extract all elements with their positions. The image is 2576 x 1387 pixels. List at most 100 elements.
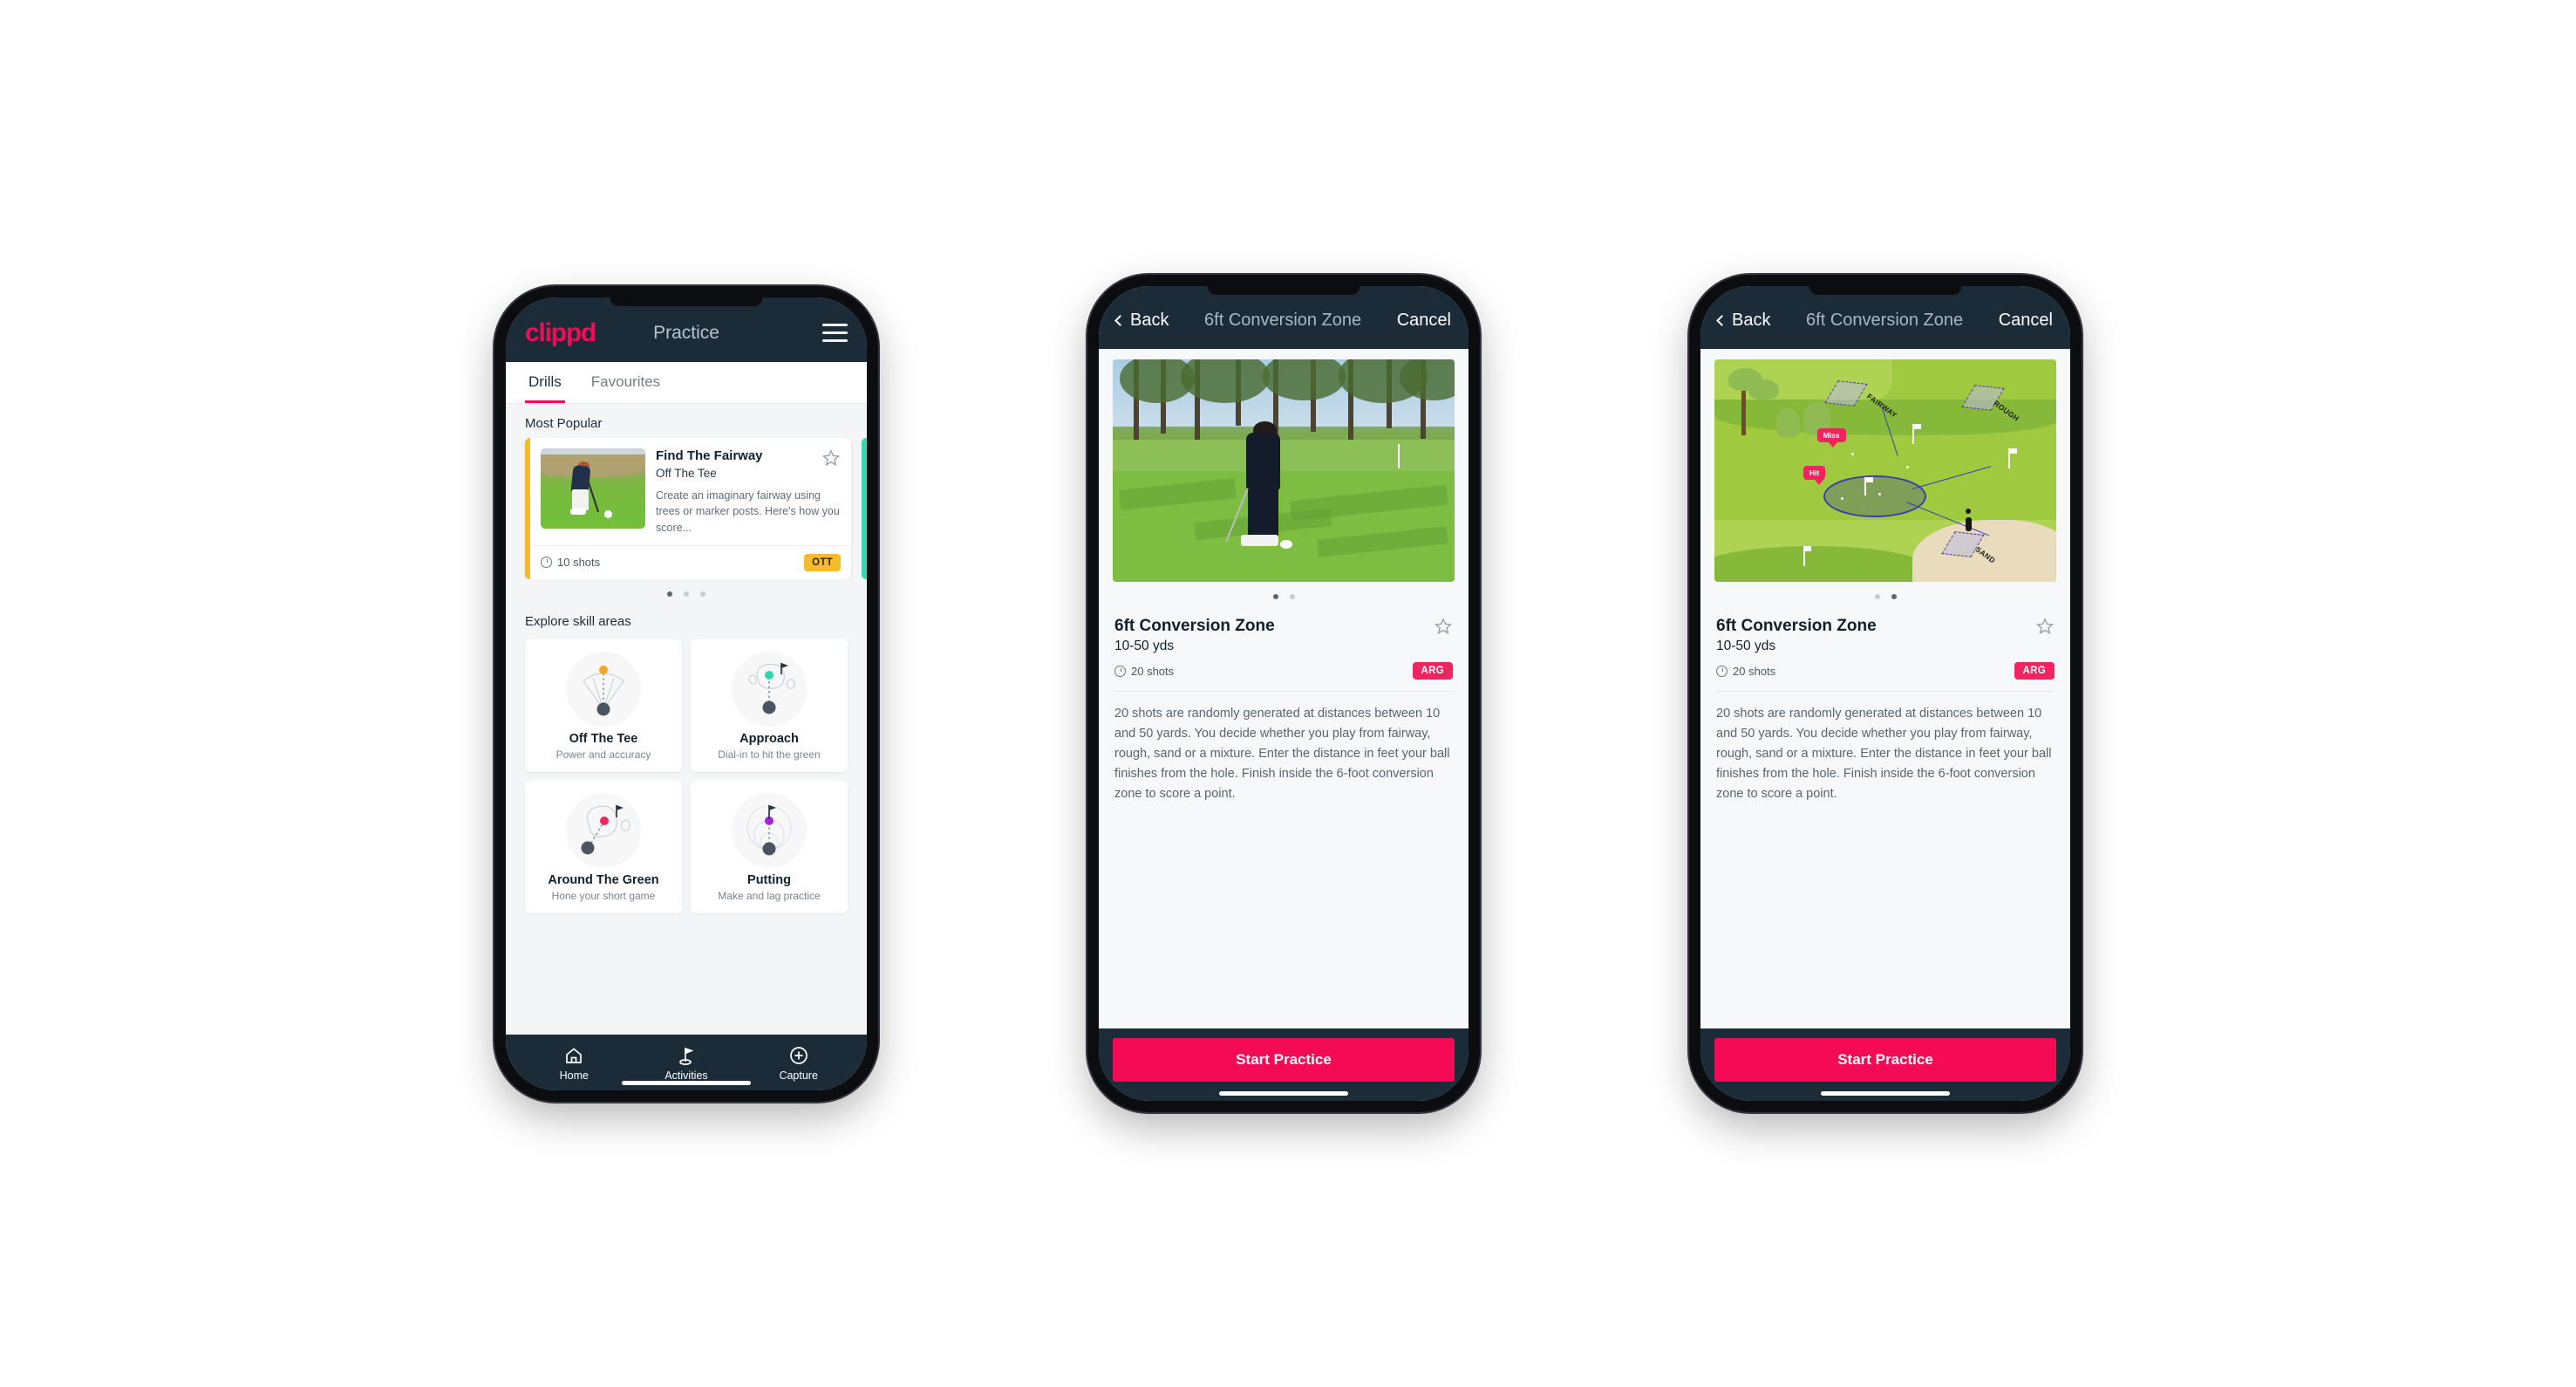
skill-name: Approach xyxy=(739,731,799,746)
tab-drills[interactable]: Drills xyxy=(525,362,565,403)
phone2-screen: Back 6ft Conversion Zone Cancel 6ft Conv… xyxy=(1099,286,1469,1101)
back-button[interactable]: Back xyxy=(1716,310,1771,331)
home-icon xyxy=(518,1045,630,1066)
skill-card-around-the-green[interactable]: Around The Green Hone your short game xyxy=(525,780,682,913)
drill-title: Find The Fairway xyxy=(656,448,763,463)
favourite-star-icon[interactable] xyxy=(1434,617,1453,636)
drill-detail-shots-label: 20 shots xyxy=(1131,664,1175,678)
hamburger-icon[interactable] xyxy=(822,324,848,342)
phone-mockup-drill-detail-photo: Back 6ft Conversion Zone Cancel 6ft Conv… xyxy=(1087,275,1480,1112)
carousel-dots xyxy=(506,579,867,602)
drill-detail-card: 6ft Conversion Zone 10-50 yds 20 shots A… xyxy=(1714,605,2056,804)
detail-navbar: Back 6ft Conversion Zone Cancel xyxy=(1099,286,1469,349)
flag-icon xyxy=(1912,423,1919,444)
cancel-button[interactable]: Cancel xyxy=(1999,311,2053,331)
back-label: Back xyxy=(1732,310,1771,330)
drill-shots-label: 10 shots xyxy=(557,556,601,570)
drill-detail-shots-label: 20 shots xyxy=(1733,664,1776,678)
golf-flag-icon xyxy=(630,1045,743,1066)
drill-thumbnail xyxy=(541,448,645,529)
media-dot[interactable] xyxy=(1272,594,1278,599)
drill-hero-illustration[interactable]: FAIRWAY ROUGH SAND Miss Hit xyxy=(1714,359,2056,582)
clock-icon xyxy=(541,557,552,569)
plus-circle-icon xyxy=(742,1045,855,1066)
putting-rings-icon xyxy=(732,792,807,868)
home-indicator xyxy=(1219,1091,1348,1096)
start-practice-button[interactable]: Start Practice xyxy=(1714,1038,2056,1082)
clippd-logo: clippd xyxy=(525,318,596,347)
drill-detail-title: 6ft Conversion Zone xyxy=(1716,617,1877,635)
home-indicator xyxy=(1821,1091,1950,1096)
cta-container: Start Practice xyxy=(1700,1028,2070,1101)
skill-sub: Hone your short game xyxy=(551,889,656,902)
tab-favourites[interactable]: Favourites xyxy=(588,362,664,403)
skill-area-grid: Off The Tee Power and accuracy Approach … xyxy=(506,636,867,926)
screenshot-stage: clippd Practice Drills Favourites Most P… xyxy=(0,0,2576,1387)
media-dot[interactable] xyxy=(1874,594,1880,599)
favourite-star-icon[interactable] xyxy=(2035,617,2055,636)
chevron-left-icon xyxy=(1114,314,1126,326)
phone1-content: Most Popular Find The Fairway Off The Te… xyxy=(506,403,867,1035)
skill-card-putting[interactable]: Putting Make and lag practice xyxy=(691,780,848,913)
phone1-screen: clippd Practice Drills Favourites Most P… xyxy=(506,297,867,1090)
detail-navbar: Back 6ft Conversion Zone Cancel xyxy=(1700,286,2070,349)
skill-name: Putting xyxy=(747,872,791,887)
bottom-navigation: Home Activities Capture xyxy=(506,1034,867,1090)
nav-item-activities[interactable]: Activities xyxy=(630,1045,743,1082)
approach-green-icon xyxy=(732,651,807,727)
cta-container: Start Practice xyxy=(1099,1028,1469,1101)
shot-path-rough xyxy=(1912,465,1992,489)
media-carousel-dots xyxy=(1714,582,2056,605)
hit-marker: Hit xyxy=(1803,466,1826,486)
clock-icon xyxy=(1716,665,1728,677)
drill-category-badge: ARG xyxy=(2014,662,2055,680)
skill-card-off-the-tee[interactable]: Off The Tee Power and accuracy xyxy=(525,639,682,772)
skill-sub: Dial-in to hit the green xyxy=(718,748,821,761)
drill-detail-shots: 20 shots xyxy=(1716,665,1775,678)
detail-title: 6ft Conversion Zone xyxy=(1806,310,1964,330)
phone3-screen: Back 6ft Conversion Zone Cancel FAIRWAY … xyxy=(1700,286,2070,1101)
device-notch xyxy=(610,297,763,306)
drill-detail-description: 20 shots are randomly generated at dista… xyxy=(1114,707,1450,801)
drill-detail-title: 6ft Conversion Zone xyxy=(1114,617,1275,635)
carousel-dot[interactable] xyxy=(700,591,705,597)
most-popular-label: Most Popular xyxy=(525,415,603,431)
nav-item-home[interactable]: Home xyxy=(518,1045,630,1082)
drill-detail-shots: 20 shots xyxy=(1114,665,1174,678)
app-header: clippd Practice xyxy=(506,297,867,362)
nav-item-capture[interactable]: Capture xyxy=(742,1045,855,1082)
back-label: Back xyxy=(1130,310,1169,330)
tee-fan-icon xyxy=(566,651,641,727)
phone2-content: 6ft Conversion Zone 10-50 yds 20 shots A… xyxy=(1099,349,1469,1028)
golfer-icon xyxy=(1966,508,1972,514)
start-practice-button[interactable]: Start Practice xyxy=(1113,1038,1455,1082)
media-dot[interactable] xyxy=(1289,594,1295,599)
media-dot[interactable] xyxy=(1891,594,1897,599)
drill-card-next-peek[interactable] xyxy=(862,437,867,579)
drill-card[interactable]: Find The Fairway Off The Tee Create an i… xyxy=(525,437,851,579)
cancel-button[interactable]: Cancel xyxy=(1397,311,1451,331)
drill-hero-photo[interactable] xyxy=(1113,359,1455,582)
drill-carousel[interactable]: Find The Fairway Off The Tee Create an i… xyxy=(506,437,867,579)
skill-name: Around The Green xyxy=(548,872,659,887)
carousel-dot[interactable] xyxy=(684,591,689,597)
explore-skill-areas-label: Explore skill areas xyxy=(525,613,631,629)
favourite-star-icon[interactable] xyxy=(821,448,841,468)
carousel-dot[interactable] xyxy=(667,591,672,597)
miss-marker: Miss xyxy=(1816,428,1846,448)
drill-description: Create an imaginary fairway using trees … xyxy=(656,489,840,535)
home-indicator xyxy=(622,1080,751,1085)
media-carousel-dots xyxy=(1113,582,1455,605)
nav-label: Capture xyxy=(779,1069,818,1082)
nav-label: Home xyxy=(559,1069,589,1082)
clock-icon xyxy=(1114,665,1126,677)
golfer-body xyxy=(1966,517,1973,532)
drill-detail-yards: 10-50 yds xyxy=(1114,639,1175,653)
skill-card-approach[interactable]: Approach Dial-in to hit the green xyxy=(691,639,848,772)
flag-icon xyxy=(1803,546,1810,567)
skill-sub: Make and lag practice xyxy=(718,889,821,902)
drill-detail-card: 6ft Conversion Zone 10-50 yds 20 shots A… xyxy=(1113,605,1455,804)
device-notch xyxy=(1207,286,1360,295)
drill-detail-yards: 10-50 yds xyxy=(1716,639,1776,653)
back-button[interactable]: Back xyxy=(1114,310,1169,331)
